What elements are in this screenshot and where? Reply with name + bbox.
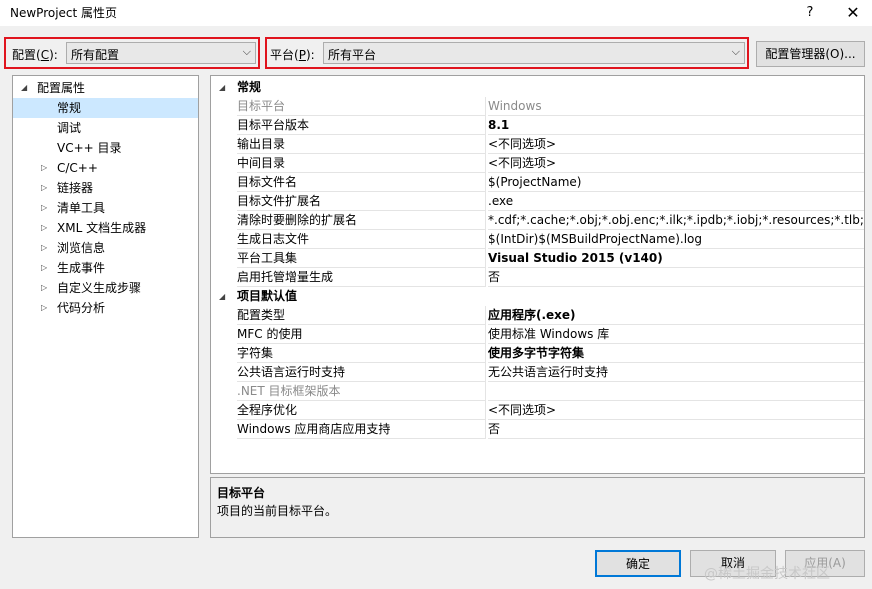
property-value: <不同选项> <box>488 154 864 173</box>
property-row[interactable]: 字符集 使用多字节字符集 <box>211 344 864 363</box>
property-value: Visual Studio 2015 (v140) <box>488 249 864 268</box>
tree-item-code-analysis[interactable]: ▷ 代码分析 <box>13 298 198 318</box>
config-dropdown[interactable]: 所有配置 ⌵ <box>66 42 256 64</box>
property-name: 中间目录 <box>237 154 486 173</box>
property-row[interactable]: 配置类型 应用程序(.exe) <box>211 306 864 325</box>
property-name: MFC 的使用 <box>237 325 486 344</box>
property-grid[interactable]: ◢ 常规 目标平台 Windows 目标平台版本 8.1 输出目录 <不同选项>… <box>210 75 865 474</box>
property-value: 否 <box>488 268 864 287</box>
category-general[interactable]: ◢ 常规 <box>211 78 864 97</box>
property-name: 全程序优化 <box>237 401 486 420</box>
collapsed-triangle-icon[interactable]: ▷ <box>41 198 47 218</box>
collapsed-triangle-icon[interactable]: ▷ <box>41 218 47 238</box>
property-row[interactable]: 目标文件名 $(ProjectName) <box>211 173 864 192</box>
property-value: .exe <box>488 192 864 211</box>
expanded-triangle-icon[interactable]: ◢ <box>21 78 27 98</box>
property-value: <不同选项> <box>488 401 864 420</box>
property-row[interactable]: 全程序优化 <不同选项> <box>211 401 864 420</box>
description-title: 目标平台 <box>217 486 266 500</box>
property-row[interactable]: 中间目录 <不同选项> <box>211 154 864 173</box>
property-row[interactable]: 输出目录 <不同选项> <box>211 135 864 154</box>
property-name: 目标文件名 <box>237 173 486 192</box>
property-name: 输出目录 <box>237 135 486 154</box>
property-row[interactable]: 启用托管增量生成 否 <box>211 268 864 287</box>
platform-dropdown[interactable]: 所有平台 ⌵ <box>323 42 745 64</box>
collapsed-triangle-icon[interactable]: ▷ <box>41 298 47 318</box>
title-bar <box>0 0 872 26</box>
close-button[interactable]: ✕ <box>838 2 868 24</box>
chevron-down-icon: ⌵ <box>242 45 251 58</box>
chevron-down-icon: ⌵ <box>731 45 740 58</box>
property-row[interactable]: 平台工具集 Visual Studio 2015 (v140) <box>211 249 864 268</box>
property-name: 启用托管增量生成 <box>237 268 486 287</box>
property-value: 否 <box>488 420 864 439</box>
property-value: 无公共语言运行时支持 <box>488 363 864 382</box>
property-name: 目标平台 <box>237 97 486 116</box>
help-button[interactable]: ? <box>795 2 825 24</box>
property-row[interactable]: 公共语言运行时支持 无公共语言运行时支持 <box>211 363 864 382</box>
tree-item-build-events[interactable]: ▷ 生成事件 <box>13 258 198 278</box>
tree-item-vc-directories[interactable]: VC++ 目录 <box>13 138 198 158</box>
platform-dropdown-value: 所有平台 <box>328 48 377 62</box>
property-value: *.cdf;*.cache;*.obj;*.obj.enc;*.ilk;*.ip… <box>488 211 864 230</box>
collapsed-triangle-icon[interactable]: ▷ <box>41 158 47 178</box>
property-name: .NET 目标框架版本 <box>237 382 486 401</box>
property-name: 字符集 <box>237 344 486 363</box>
expanded-triangle-icon[interactable]: ◢ <box>219 78 225 97</box>
collapsed-triangle-icon[interactable]: ▷ <box>41 278 47 298</box>
category-project-defaults[interactable]: ◢ 项目默认值 <box>211 287 864 306</box>
watermark: @稀土掘金技术社区 <box>704 566 830 582</box>
property-name: 目标文件扩展名 <box>237 192 486 211</box>
config-dropdown-value: 所有配置 <box>71 48 120 62</box>
tree-item-xml-doc-generator[interactable]: ▷ XML 文档生成器 <box>13 218 198 238</box>
config-label: 配置(C): <box>12 48 58 62</box>
property-name: 目标平台版本 <box>237 116 486 135</box>
tree-item-browse-info[interactable]: ▷ 浏览信息 <box>13 238 198 258</box>
tree-item-config-properties[interactable]: ◢ 配置属性 <box>13 78 198 98</box>
config-manager-button[interactable]: 配置管理器(O)... <box>756 41 865 67</box>
property-name: 公共语言运行时支持 <box>237 363 486 382</box>
property-value: <不同选项> <box>488 135 864 154</box>
description-text: 项目的当前目标平台。 <box>217 504 338 518</box>
property-row[interactable]: 目标文件扩展名 .exe <box>211 192 864 211</box>
property-value: 8.1 <box>488 116 864 135</box>
property-value: $(ProjectName) <box>488 173 864 192</box>
tree-item-general[interactable]: 常规 <box>13 98 198 118</box>
property-value: 应用程序(.exe) <box>488 306 864 325</box>
property-value: Windows <box>488 97 864 116</box>
tree-item-c-cpp[interactable]: ▷ C/C++ <box>13 158 198 178</box>
window-title: NewProject 属性页 <box>10 6 118 20</box>
collapsed-triangle-icon[interactable]: ▷ <box>41 258 47 278</box>
collapsed-triangle-icon[interactable]: ▷ <box>41 178 47 198</box>
property-name: 生成日志文件 <box>237 230 486 249</box>
property-row[interactable]: .NET 目标框架版本 <box>211 382 864 401</box>
tree-item-manifest-tool[interactable]: ▷ 清单工具 <box>13 198 198 218</box>
ok-button[interactable]: 确定 <box>595 550 681 577</box>
property-value: $(IntDir)$(MSBuildProjectName).log <box>488 230 864 249</box>
property-name: 平台工具集 <box>237 249 486 268</box>
property-row[interactable]: 清除时要删除的扩展名 *.cdf;*.cache;*.obj;*.obj.enc… <box>211 211 864 230</box>
property-name: 清除时要删除的扩展名 <box>237 211 486 230</box>
platform-label: 平台(P): <box>270 48 315 62</box>
property-row[interactable]: 目标平台版本 8.1 <box>211 116 864 135</box>
property-row[interactable]: Windows 应用商店应用支持 否 <box>211 420 864 439</box>
property-name: 配置类型 <box>237 306 486 325</box>
tree-item-custom-build-step[interactable]: ▷ 自定义生成步骤 <box>13 278 198 298</box>
description-pane: 目标平台 项目的当前目标平台。 <box>210 477 865 538</box>
property-row[interactable]: MFC 的使用 使用标准 Windows 库 <box>211 325 864 344</box>
property-value <box>488 382 864 401</box>
property-row[interactable]: 生成日志文件 $(IntDir)$(MSBuildProjectName).lo… <box>211 230 864 249</box>
property-tree[interactable]: ◢ 配置属性 常规 调试 VC++ 目录 ▷ C/C++ ▷ 链接器 ▷ 清单工… <box>12 75 199 538</box>
expanded-triangle-icon[interactable]: ◢ <box>219 287 225 306</box>
property-value: 使用标准 Windows 库 <box>488 325 864 344</box>
tree-item-linker[interactable]: ▷ 链接器 <box>13 178 198 198</box>
property-row[interactable]: 目标平台 Windows <box>211 97 864 116</box>
property-name: Windows 应用商店应用支持 <box>237 420 486 439</box>
property-value: 使用多字节字符集 <box>488 344 864 363</box>
tree-item-debugging[interactable]: 调试 <box>13 118 198 138</box>
collapsed-triangle-icon[interactable]: ▷ <box>41 238 47 258</box>
